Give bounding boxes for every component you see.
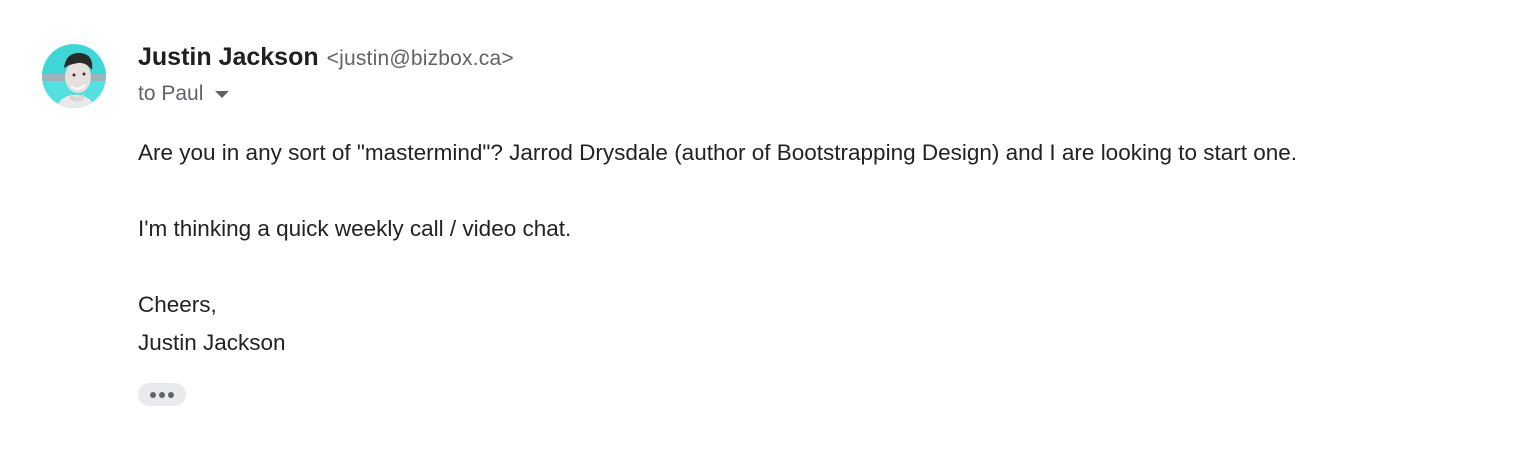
message-header: Justin Jackson <justin@bizbox.ca> to Paul [138, 40, 514, 110]
sender-line: Justin Jackson <justin@bizbox.ca> [138, 40, 514, 74]
more-horizontal-icon-dot [168, 391, 174, 398]
sender-email: <justin@bizbox.ca> [326, 47, 514, 70]
chevron-down-icon [215, 90, 230, 98]
recipient-line: to Paul [138, 78, 514, 110]
body-paragraph: Are you in any sort of "mastermind"? Jar… [138, 140, 1298, 165]
recipient-details-toggle[interactable] [215, 90, 230, 98]
message-body: Are you in any sort of "mastermind"? Jar… [138, 134, 1297, 362]
signature: Justin Jackson [138, 330, 286, 355]
avatar-photo [42, 44, 106, 108]
show-trimmed-content-button[interactable] [138, 383, 186, 406]
recipient-label: to Paul [138, 82, 204, 105]
sender-avatar[interactable] [42, 44, 106, 108]
more-horizontal-icon-dot [159, 391, 165, 398]
closing-line: Cheers, [138, 292, 217, 317]
more-horizontal-icon-dot [150, 391, 156, 398]
sender-name[interactable]: Justin Jackson [138, 43, 319, 71]
body-paragraph: I'm thinking a quick weekly call / video… [138, 216, 572, 241]
